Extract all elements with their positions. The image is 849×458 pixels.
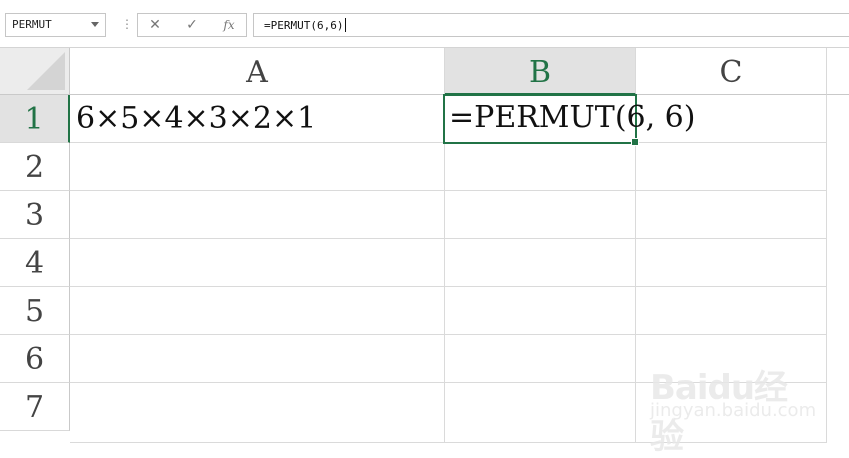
cell-a1[interactable]: 6×5×4×3×2×1	[70, 95, 445, 143]
cell-c3[interactable]	[636, 191, 827, 239]
baidu-watermark: Baidu经验 jingyan.baidu.com	[650, 360, 816, 457]
cell-c5[interactable]	[636, 287, 827, 335]
text-caret	[345, 18, 347, 32]
formula-toolbar: PERMUT ⋮ ✕ ✓ fx =PERMUT(6,6)	[0, 0, 849, 48]
row-header-4[interactable]: 4	[0, 239, 70, 287]
cell-a7[interactable]	[70, 383, 445, 443]
formula-value: =PERMUT(6,6)	[264, 19, 344, 32]
cell-b1[interactable]: =PERMUT(6, 6)	[443, 94, 695, 146]
cell-b2[interactable]	[445, 143, 636, 191]
grip-icon: ⋮	[121, 17, 133, 31]
column-header-b[interactable]: B	[445, 48, 636, 95]
row-header-6[interactable]: 6	[0, 335, 70, 383]
cell-b5[interactable]	[445, 287, 636, 335]
row-header-1[interactable]: 1	[0, 95, 70, 143]
chevron-down-icon[interactable]	[91, 22, 99, 27]
cell-b3[interactable]	[445, 191, 636, 239]
cell-b4[interactable]	[445, 239, 636, 287]
cell-c4[interactable]	[636, 239, 827, 287]
select-all-icon	[27, 52, 65, 90]
cell-a6[interactable]	[70, 335, 445, 383]
cell-b6[interactable]	[445, 335, 636, 383]
fill-handle[interactable]	[631, 138, 639, 146]
cell-a5[interactable]	[70, 287, 445, 335]
fx-icon[interactable]: fx	[216, 16, 242, 34]
cancel-icon[interactable]: ✕	[142, 16, 168, 34]
cell-b7[interactable]	[445, 383, 636, 443]
column-header-a[interactable]: A	[70, 48, 445, 95]
watermark-site: jingyan.baidu.com	[650, 400, 817, 421]
row-header-5[interactable]: 5	[0, 287, 70, 335]
check-icon[interactable]: ✓	[179, 16, 205, 34]
cell-a2[interactable]	[70, 143, 445, 191]
select-all-button[interactable]	[0, 48, 70, 95]
row-header-3[interactable]: 3	[0, 191, 70, 239]
formula-buttons: ✕ ✓ fx	[137, 13, 247, 37]
row-header-7[interactable]: 7	[0, 383, 70, 431]
cell-a3[interactable]	[70, 191, 445, 239]
formula-input[interactable]: =PERMUT(6,6)	[253, 13, 849, 37]
cell-a4[interactable]	[70, 239, 445, 287]
column-header-next[interactable]	[827, 48, 849, 95]
cell-c2[interactable]	[636, 143, 827, 191]
column-header-c[interactable]: C	[636, 48, 827, 95]
cell-b1-value: =PERMUT(6, 6)	[449, 100, 696, 135]
name-box[interactable]: PERMUT	[5, 13, 106, 37]
formula-text: =PERMUT(6,6)	[264, 18, 347, 32]
name-box-text: PERMUT	[12, 18, 52, 31]
row-header-2[interactable]: 2	[0, 143, 70, 191]
